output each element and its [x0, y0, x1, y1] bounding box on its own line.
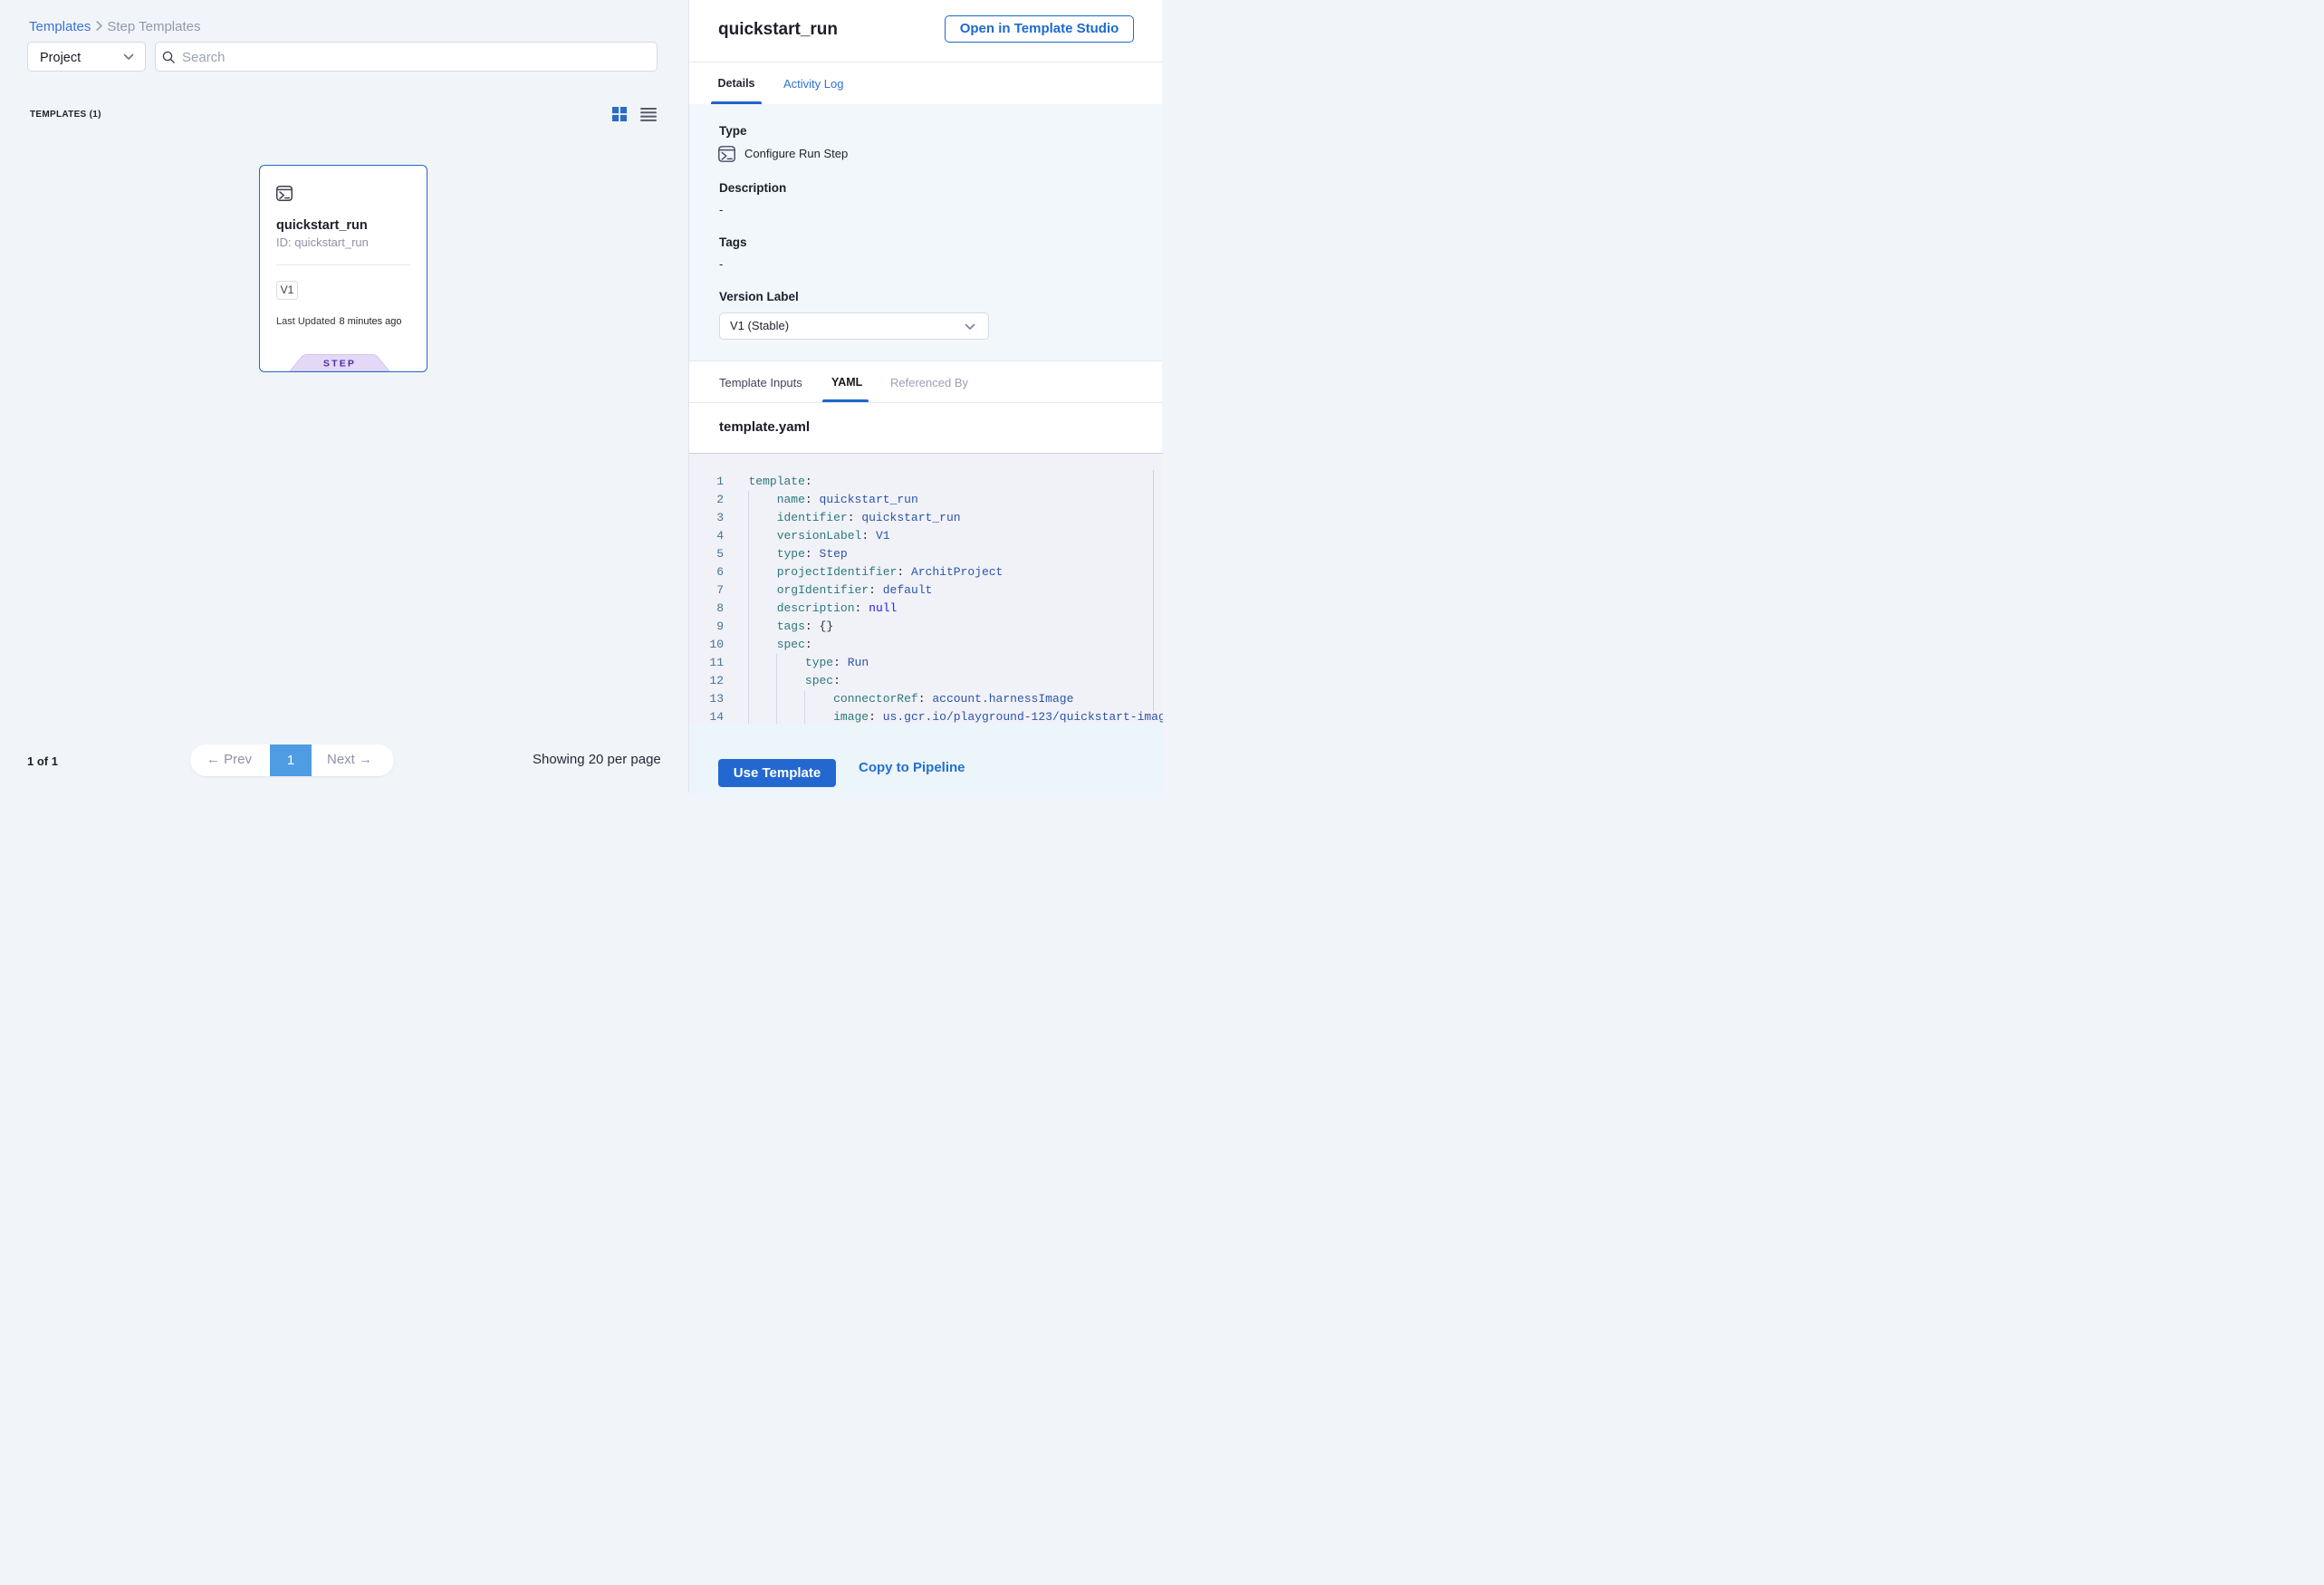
svg-text:STEP: STEP: [323, 359, 356, 370]
